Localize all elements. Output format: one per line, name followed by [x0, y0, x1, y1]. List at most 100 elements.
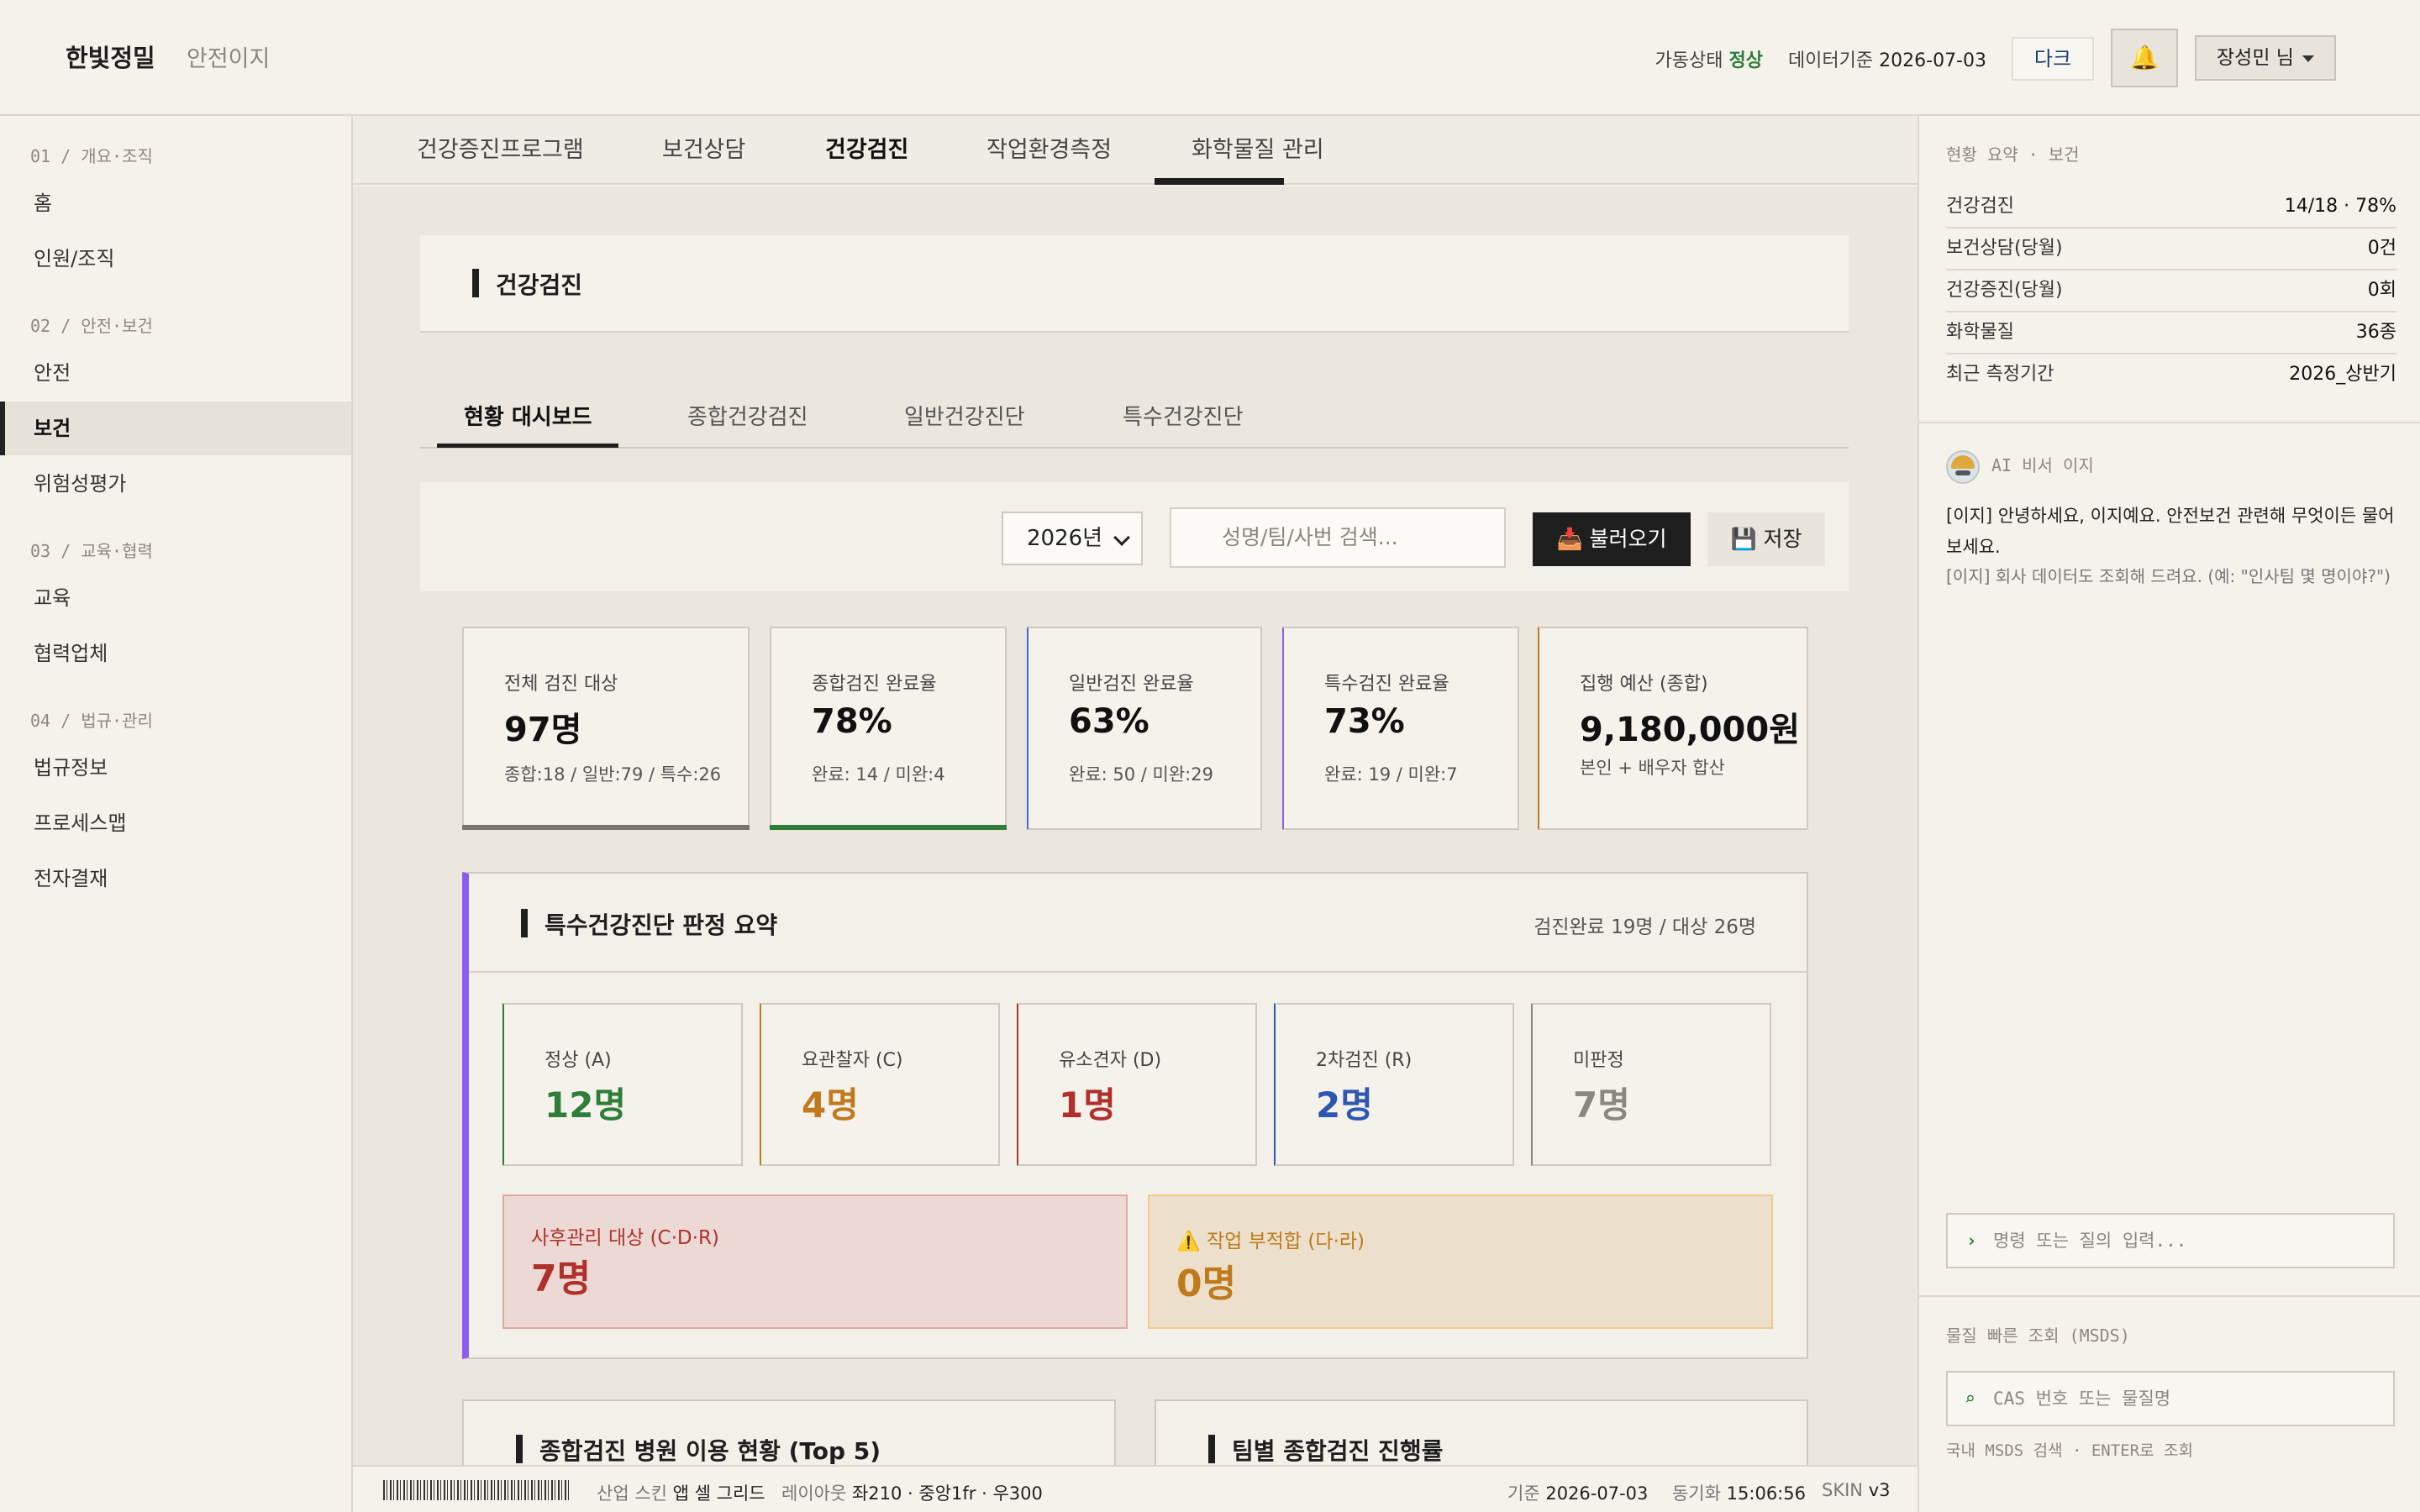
operation-status-value: 정상 [1728, 50, 1763, 71]
subtab-general[interactable]: 일반건강진단 [904, 388, 1025, 447]
subtab-special[interactable]: 특수건강진단 [1123, 388, 1244, 447]
floppy-disk-icon: 💾 [1730, 527, 1757, 551]
summary-card-value: 97명 [504, 711, 582, 749]
judgement-box-value: 2명 [1316, 1084, 1373, 1126]
sidebar: 01 / 개요·조직 홈 인원/조직 02 / 안전·보건 안전 보건 위험성평… [0, 116, 353, 1512]
msds-search-input[interactable]: ⌕ CAS 번호 또는 물질명 [1946, 1371, 2395, 1426]
data-date: 데이터기준 2026-07-03 [1788, 45, 1986, 72]
brand-subtitle: 안전이지 [187, 46, 271, 72]
subtab-comprehensive[interactable]: 종합건강검진 [687, 388, 808, 447]
dark-mode-button[interactable]: 다크 [2012, 37, 2094, 81]
summary-card-label: 집행 예산 (종합) [1580, 674, 1708, 695]
app-header: 한빛정밀 안전이지 가동상태 정상 데이터기준 2026-07-03 다크 🔔 … [0, 0, 2420, 116]
footer-base-value: 2026-07-03 [1545, 1483, 1649, 1504]
sidebar-item-org[interactable]: 인원/조직 [0, 232, 351, 286]
summary-row-value: 0건 [2367, 238, 2396, 259]
footer-skin-label: 산업 스킨 [597, 1483, 667, 1504]
judgement-meta: 검진완료 19명 / 대상 26명 [1534, 916, 1756, 938]
footer-sync: 동기화 15:06:56 [1672, 1480, 1806, 1505]
summary-card-sub: 본인 + 배우자 합산 [1580, 758, 1725, 778]
save-button[interactable]: 💾 저장 [1707, 512, 1825, 566]
footer-skin: 산업 스킨 앱 셀 그리드 [597, 1480, 765, 1505]
special-judgement-summary: 특수건강진단 판정 요약 검진완료 19명 / 대상 26명 정상 (A) 12… [462, 872, 1808, 1359]
hospital-usage-title: 종합검진 병원 이용 현황 (Top 5) [516, 1433, 881, 1465]
footer-version: SKIN v3 [1822, 1480, 1891, 1500]
summary-card-general: 일반검진 완료율 63% 완료: 50 / 미완:29 [1027, 627, 1262, 830]
judgement-box-value: 12명 [544, 1084, 627, 1126]
inbox-icon: 📥 [1556, 527, 1583, 551]
judgement-box-undetermined: 미판정 7명 [1531, 1003, 1771, 1166]
ai-assistant-title: AI 비서 이지 [1991, 455, 2094, 475]
footer-sync-label: 동기화 [1672, 1483, 1721, 1504]
data-date-label: 데이터기준 [1787, 50, 1874, 71]
data-date-value: 2026-07-03 [1879, 50, 1986, 71]
summary-row: 건강증진(당월) 0회 [1946, 270, 2396, 312]
summary-card-label: 특수검진 완료율 [1324, 674, 1449, 695]
summary-card-label: 전체 검진 대상 [504, 674, 618, 695]
judgement-box-label: 유소견자 (D) [1059, 1050, 1162, 1071]
alert-value: 0명 [1176, 1263, 1237, 1305]
operation-status: 가동상태 정상 [1655, 45, 1763, 72]
judgement-box-normal: 정상 (A) 12명 [502, 1003, 743, 1166]
main-content: 건강검진 현황 대시보드 종합건강검진 일반건강진단 특수건강진단 2026년 … [353, 186, 1918, 1465]
active-tab-indicator [1155, 178, 1284, 185]
sub-tab-bar: 현황 대시보드 종합건강검진 일반건강진단 특수건강진단 [420, 388, 1849, 449]
tab-health-promotion[interactable]: 건강증진프로그램 [417, 116, 584, 185]
sidebar-item-law-info[interactable]: 법규정보 [0, 741, 351, 795]
summary-row: 화학물질 36종 [1946, 312, 2396, 354]
sidebar-item-safety[interactable]: 안전 [0, 346, 351, 400]
judgement-box-label: 2차검진 (R) [1316, 1050, 1413, 1071]
summary-card-budget: 집행 예산 (종합) 9,180,000원 본인 + 배우자 합산 [1538, 627, 1808, 830]
summary-card-accent [462, 825, 750, 830]
summary-card-accent [770, 825, 1007, 830]
summary-card-total: 전체 검진 대상 97명 종합:18 / 일반:79 / 특수:26 [462, 627, 750, 830]
tab-health-counseling[interactable]: 보건상담 [662, 116, 745, 185]
team-progress-card: 팀별 종합검진 진행률 [1155, 1399, 1808, 1465]
sidebar-item-education[interactable]: 교육 [0, 571, 351, 625]
sidebar-item-risk-assessment[interactable]: 위험성평가 [0, 457, 351, 511]
sidebar-item-home[interactable]: 홈 [0, 176, 351, 230]
summary-card-sub: 종합:18 / 일반:79 / 특수:26 [504, 764, 722, 785]
footer-layout-label: 레이아웃 [781, 1483, 847, 1504]
sidebar-item-health[interactable]: 보건 [0, 402, 351, 455]
sidebar-item-e-approval[interactable]: 전자결재 [0, 852, 351, 906]
caret-down-icon [2302, 55, 2314, 62]
ai-command-placeholder: 명령 또는 질의 입력... [1993, 1231, 2187, 1251]
page-title: 건강검진 [472, 267, 582, 301]
sidebar-item-partners[interactable]: 협력업체 [0, 627, 351, 680]
summary-row-key: 보건상담(당월) [1946, 238, 2063, 259]
sidebar-item-process-map[interactable]: 프로세스맵 [0, 796, 351, 850]
tab-chemical-management[interactable]: 화학물질 관리 [1192, 116, 1324, 185]
operation-status-label: 가동상태 [1655, 50, 1723, 71]
judgement-box-value: 4명 [802, 1084, 859, 1126]
judgement-box-finding: 유소견자 (D) 1명 [1017, 1003, 1257, 1166]
summary-row-value: 14/18 · 78% [2284, 196, 2396, 217]
search-input[interactable]: 성명/팀/사번 검색... [1170, 507, 1506, 568]
summary-row: 보건상담(당월) 0건 [1946, 228, 2396, 270]
user-name: 장성민 님 [2217, 47, 2294, 69]
sidebar-section-law: 04 / 법규·관리 [30, 711, 153, 731]
hospital-usage-card: 종합검진 병원 이용 현황 (Top 5) [462, 1399, 1116, 1465]
summary-card-value: 63% [1069, 702, 1150, 741]
tab-work-environment[interactable]: 작업환경측정 [986, 116, 1112, 185]
user-menu-button[interactable]: 장성민 님 [2195, 35, 2336, 81]
footer-base-date: 기준 2026-07-03 [1507, 1480, 1648, 1505]
msds-hint: 국내 MSDS 검색 · ENTER로 조회 [1946, 1441, 2193, 1460]
page-header: 건강검진 [420, 235, 1849, 333]
footer-version-label: SKIN [1822, 1480, 1864, 1500]
notification-button[interactable]: 🔔 [2111, 29, 2178, 87]
brand-logo[interactable]: 한빛정밀 [66, 39, 155, 74]
bell-icon: 🔔 [2129, 44, 2160, 71]
load-button[interactable]: 📥 불러오기 [1533, 512, 1691, 566]
footer-base-label: 기준 [1507, 1483, 1540, 1504]
alert-label: 사후관리 대상 (C·D·R) [531, 1227, 719, 1249]
msds-title: 물질 빠른 조회 (MSDS) [1946, 1326, 2130, 1346]
judgement-box-value: 1명 [1059, 1084, 1116, 1126]
year-select[interactable]: 2026년 [1002, 512, 1143, 565]
summary-card-label: 종합검진 완료율 [812, 674, 937, 695]
subtab-dashboard[interactable]: 현황 대시보드 [464, 388, 592, 447]
msds-search-placeholder: CAS 번호 또는 물질명 [1993, 1389, 2171, 1409]
barcode-icon [383, 1480, 570, 1500]
ai-command-input[interactable]: › 명령 또는 질의 입력... [1946, 1213, 2395, 1268]
tab-health-checkup[interactable]: 건강검진 [825, 116, 908, 185]
